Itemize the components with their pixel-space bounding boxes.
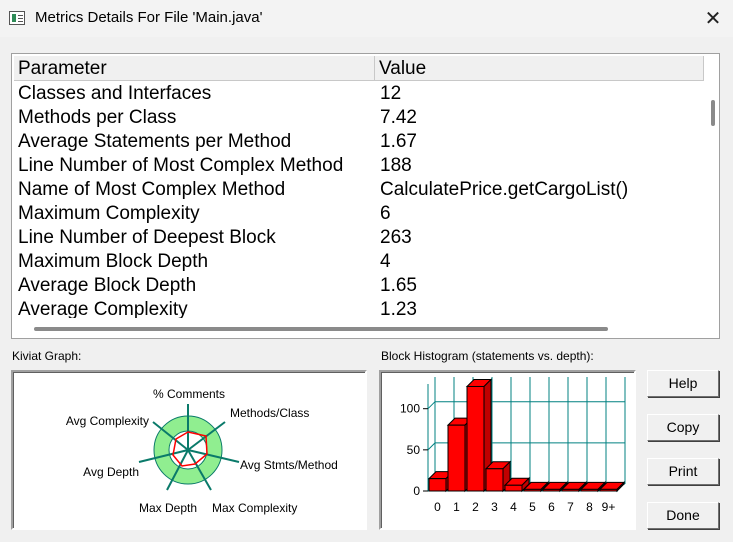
axis-label-max-complexity: Max Complexity	[212, 501, 297, 515]
cell-value: 7.42	[380, 107, 417, 128]
kiviat-graph: % Comments Methods/Class Avg Stmts/Metho…	[11, 370, 367, 530]
done-button[interactable]: Done	[647, 502, 719, 529]
histogram-bar	[542, 488, 561, 492]
table-body: Classes and Interfaces 12 Methods per Clas…	[14, 82, 704, 318]
cell-parameter: Classes and Interfaces	[18, 83, 212, 104]
table-row[interactable]: Classes and Interfaces 12	[14, 82, 704, 106]
table-row[interactable]: Average Complexity 1.23	[14, 298, 704, 318]
histogram-bar	[428, 478, 447, 492]
block-histogram: 100 50 0 0 1 2 3 4 5 6 7 8 9+	[379, 370, 636, 530]
copy-button[interactable]: Copy	[647, 414, 719, 441]
cell-parameter: Average Statements per Method	[18, 131, 292, 152]
cell-value: 4	[380, 251, 391, 272]
x-tick-label: 5	[529, 500, 536, 514]
kiviat-label: Kiviat Graph:	[12, 349, 82, 363]
vertical-scrollbar[interactable]	[706, 82, 718, 318]
axis-label-avg-complexity: Avg Complexity	[66, 414, 149, 428]
title-bar: Metrics Details For File 'Main.java' ✕	[0, 0, 733, 37]
cell-parameter: Line Number of Deepest Block	[18, 227, 276, 248]
histogram-bar	[580, 488, 599, 492]
x-tick-label: 4	[510, 500, 517, 514]
axis-label-max-depth: Max Depth	[139, 501, 197, 515]
cell-parameter: Average Complexity	[18, 299, 188, 318]
x-tick-label: 8	[586, 500, 593, 514]
table-row[interactable]: Line Number of Deepest Block 263	[14, 226, 704, 250]
grid-line-depth	[427, 442, 436, 451]
cell-parameter: Average Block Depth	[18, 275, 197, 296]
table-row[interactable]: Maximum Block Depth 4	[14, 250, 704, 274]
table-row[interactable]: Methods per Class 7.42	[14, 106, 704, 130]
axis-label-avg-depth: Avg Depth	[83, 465, 139, 479]
cell-value: 1.23	[380, 299, 417, 318]
histogram-bar	[599, 488, 618, 492]
column-header-value[interactable]: Value	[375, 56, 704, 81]
grid-line-depth	[427, 401, 436, 410]
histogram-bar	[523, 488, 542, 492]
table-row[interactable]: Average Block Depth 1.65	[14, 274, 704, 298]
table-row[interactable]: Line Number of Most Complex Method 188	[14, 154, 704, 178]
x-tick-label: 2	[472, 500, 479, 514]
table-row[interactable]: Average Statements per Method 1.67	[14, 130, 704, 154]
cell-value: 1.65	[380, 275, 417, 296]
cell-value: 263	[380, 227, 412, 248]
histogram-bar	[504, 484, 523, 492]
vertical-scroll-thumb[interactable]	[711, 100, 715, 126]
histogram-bar	[561, 488, 580, 492]
cell-parameter: Name of Most Complex Method	[18, 179, 286, 200]
axis-label-avg-stmts: Avg Stmts/Method	[240, 458, 338, 472]
cell-parameter: Maximum Complexity	[18, 203, 200, 224]
y-tick-label: 50	[407, 443, 421, 457]
cell-parameter: Maximum Block Depth	[18, 251, 209, 272]
table-header: Parameter Value	[14, 56, 704, 81]
cell-parameter: Methods per Class	[18, 107, 177, 128]
cell-value: 12	[380, 83, 402, 104]
axis-label-methods-class: Methods/Class	[230, 406, 309, 420]
close-button[interactable]: ✕	[700, 5, 726, 31]
metrics-table: Parameter Value Classes and Interfaces 12…	[11, 53, 720, 339]
cell-parameter: Line Number of Most Complex Method	[18, 155, 344, 176]
histogram-bar	[466, 385, 485, 492]
y-tick-label: 0	[413, 484, 420, 498]
app-icon	[9, 11, 25, 25]
cell-value: 6	[380, 203, 391, 224]
x-tick-label: 6	[548, 500, 555, 514]
print-button[interactable]: Print	[647, 458, 719, 485]
kiviat-svg: % Comments Methods/Class Avg Stmts/Metho…	[66, 387, 338, 515]
table-row[interactable]: Maximum Complexity 6	[14, 202, 704, 226]
horizontal-scrollbar[interactable]	[14, 322, 704, 336]
cell-value: CalculatePrice.getCargoList()	[380, 179, 629, 200]
table-row[interactable]: Name of Most Complex Method CalculatePric…	[14, 178, 704, 202]
help-button[interactable]: Help	[647, 370, 719, 397]
window-title: Metrics Details For File 'Main.java'	[35, 9, 263, 26]
y-tick-label: 100	[400, 402, 420, 416]
x-tick-label: 3	[491, 500, 498, 514]
axis-label-comments: % Comments	[153, 387, 225, 401]
horizontal-scroll-thumb[interactable]	[34, 327, 608, 331]
cell-value: 1.67	[380, 131, 417, 152]
histogram-svg: 1005000 1 2 3 4 5 6 7 8 9+	[400, 377, 626, 514]
x-tick-label: 1	[453, 500, 460, 514]
histogram-label: Block Histogram (statements vs. depth):	[381, 349, 594, 363]
x-tick-label: 9+	[602, 500, 616, 514]
histogram-bar	[485, 468, 504, 492]
x-tick-label: 0	[434, 500, 441, 514]
cell-value: 188	[380, 155, 412, 176]
column-header-parameter[interactable]: Parameter	[14, 56, 375, 81]
histogram-bar	[447, 424, 466, 492]
x-tick-label: 7	[567, 500, 574, 514]
